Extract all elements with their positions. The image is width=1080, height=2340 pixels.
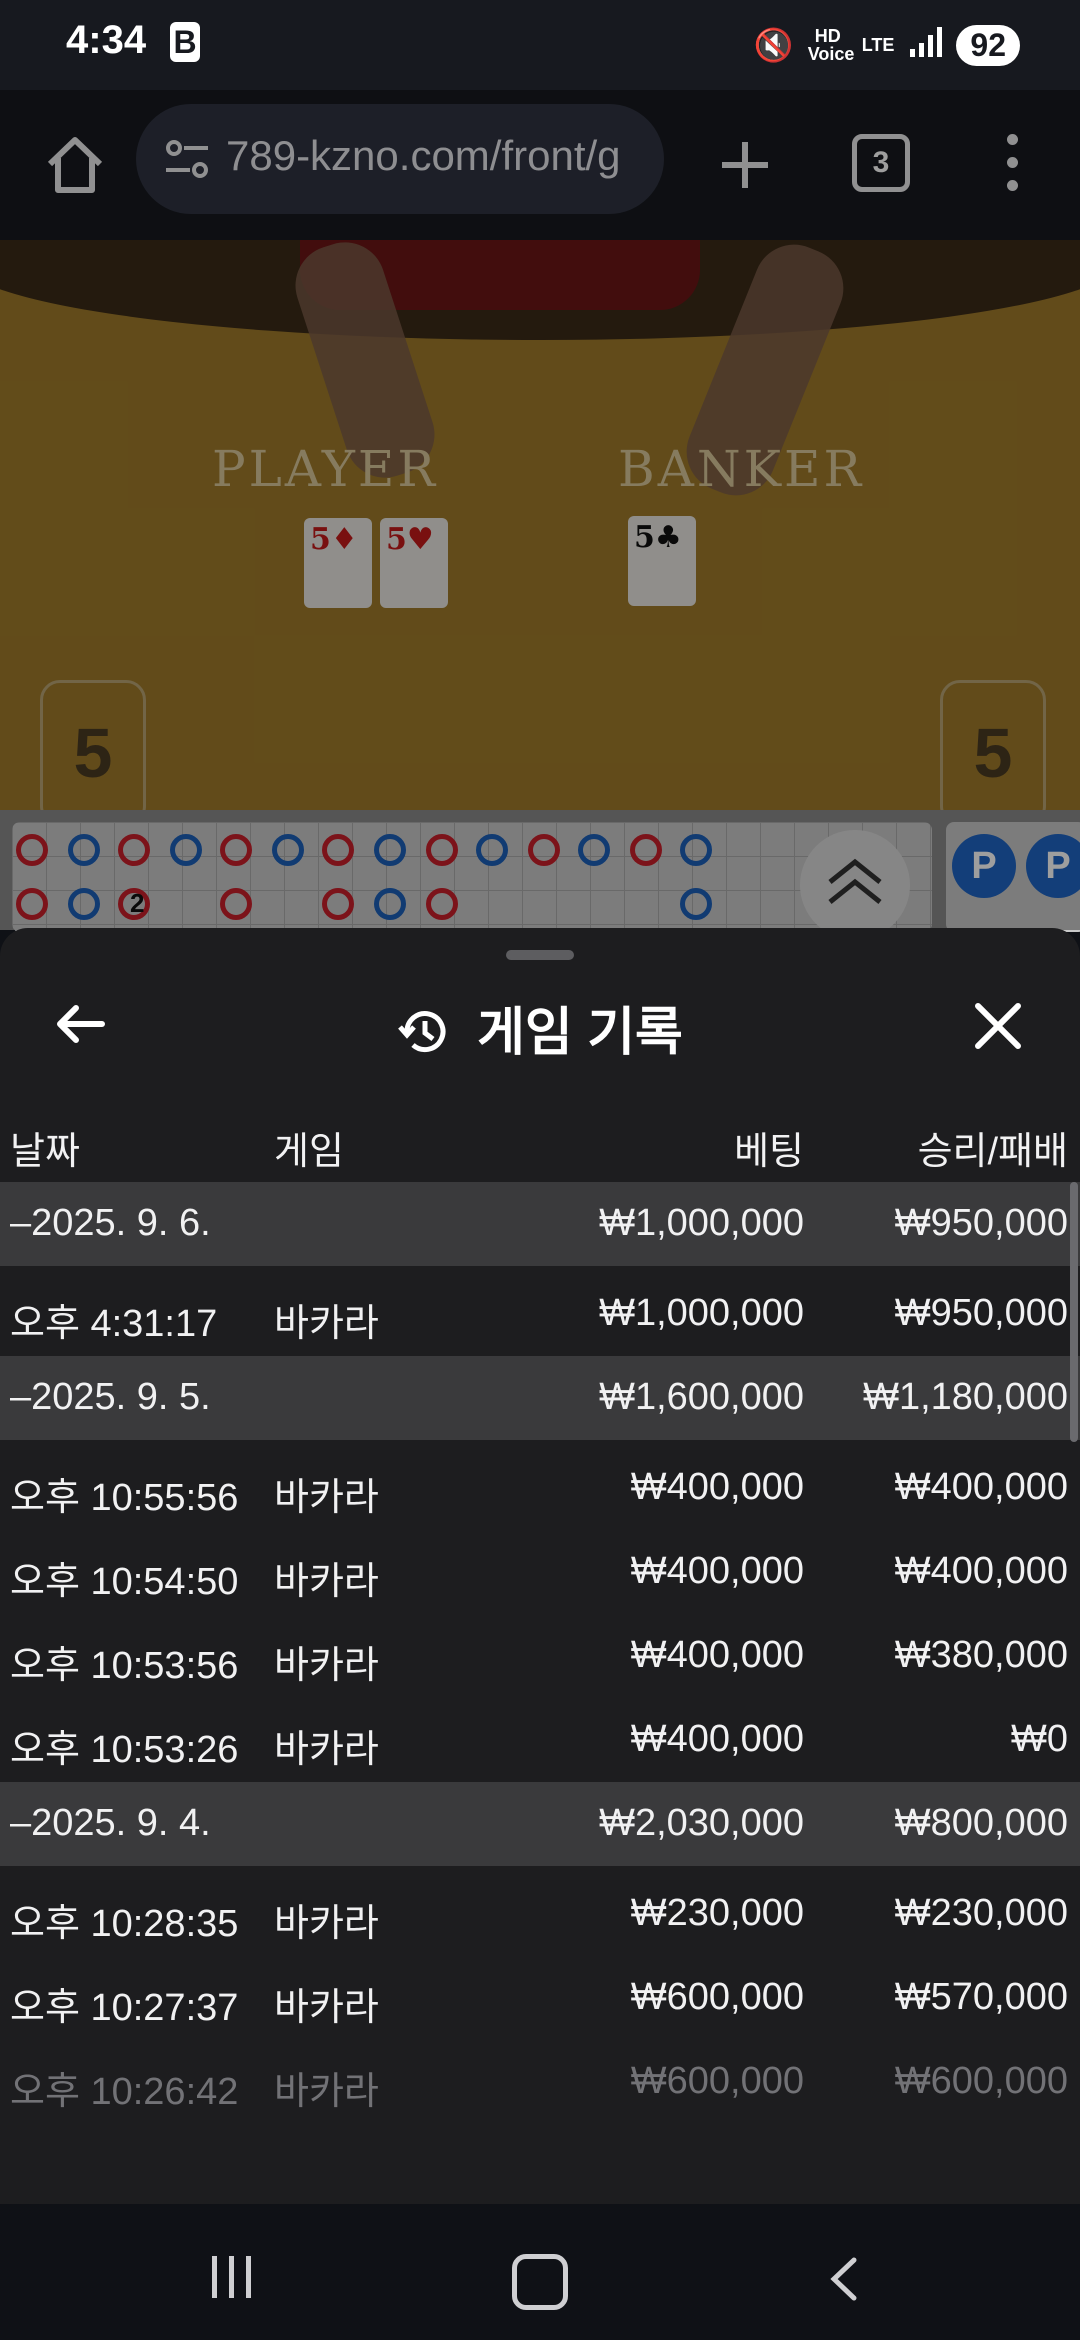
cell-bet: ₩2,030,000 bbox=[599, 1802, 804, 1844]
cell-result: ₩800,000 bbox=[894, 1802, 1068, 1844]
status-time: 4:34 bbox=[66, 18, 147, 62]
history-row: 오후 10:27:37 바카라 ₩600,000 ₩570,000 bbox=[0, 1956, 1080, 2040]
cell-bet: ₩400,000 bbox=[630, 1466, 804, 1508]
header-date: 날짜 bbox=[10, 1131, 80, 1173]
cell-result: ₩380,000 bbox=[894, 1634, 1068, 1676]
cell-result: ₩230,000 bbox=[894, 1892, 1068, 1934]
history-row: 오후 10:28:35 바카라 ₩230,000 ₩230,000 bbox=[0, 1872, 1080, 1956]
history-row: 오후 10:54:50 바카라 ₩400,000 ₩400,000 bbox=[0, 1530, 1080, 1614]
cell-bet: ₩400,000 bbox=[630, 1550, 804, 1592]
date-group-row[interactable]: –2025. 9. 4. ₩2,030,000 ₩800,000 bbox=[0, 1782, 1080, 1866]
cell-result: ₩1,180,000 bbox=[863, 1376, 1068, 1418]
close-icon[interactable] bbox=[970, 998, 1026, 1054]
history-row: 오후 4:31:17 바카라 ₩1,000,000 ₩950,000 bbox=[0, 1272, 1080, 1356]
cell-bet: ₩600,000 bbox=[630, 2060, 804, 2102]
header-result: 승리/패배 bbox=[917, 1131, 1068, 1173]
cell-game: 바카라 bbox=[274, 2071, 379, 2113]
cell-game: 바카라 bbox=[274, 1729, 379, 1771]
battery-indicator: 92 bbox=[956, 24, 1020, 66]
cell-date: 오후 10:27:37 bbox=[10, 1987, 239, 2029]
history-icon bbox=[397, 1005, 451, 1059]
nav-back-icon[interactable] bbox=[820, 2254, 870, 2304]
drag-handle[interactable] bbox=[506, 950, 574, 960]
recent-apps-icon[interactable] bbox=[212, 2256, 263, 2303]
date-group-row[interactable]: –2025. 9. 5. ₩1,600,000 ₩1,180,000 bbox=[0, 1356, 1080, 1440]
cell-game: 바카라 bbox=[274, 1477, 379, 1519]
cell-date: –2025. 9. 6. bbox=[10, 1202, 211, 1244]
cell-date: –2025. 9. 5. bbox=[10, 1376, 211, 1418]
lte-icon: LTE bbox=[861, 35, 895, 55]
cell-bet: ₩1,000,000 bbox=[599, 1202, 804, 1244]
b-app-icon: B bbox=[170, 22, 200, 62]
cell-result: ₩400,000 bbox=[894, 1550, 1068, 1592]
cell-game: 바카라 bbox=[274, 1561, 379, 1603]
history-row: 오후 10:53:56 바카라 ₩400,000 ₩380,000 bbox=[0, 1614, 1080, 1698]
cell-game: 바카라 bbox=[274, 1645, 379, 1687]
mute-icon: 🔇 bbox=[753, 27, 794, 63]
history-row: 오후 10:55:56 바카라 ₩400,000 ₩400,000 bbox=[0, 1446, 1080, 1530]
header-game: 게임 bbox=[274, 1131, 344, 1173]
cell-date: 오후 4:31:17 bbox=[10, 1303, 218, 1345]
header-bet: 베팅 bbox=[734, 1131, 804, 1173]
cell-result: ₩400,000 bbox=[894, 1466, 1068, 1508]
signal-icon bbox=[908, 25, 943, 65]
date-group-row[interactable]: –2025. 9. 6. ₩1,000,000 ₩950,000 bbox=[0, 1182, 1080, 1266]
history-list: –2025. 9. 6. ₩1,000,000 ₩950,000 오후 4:31:17… bbox=[0, 1182, 1080, 2124]
hd-voice-icon: HD Voice bbox=[807, 26, 855, 64]
cell-date: 오후 10:28:35 bbox=[10, 1903, 239, 1945]
cell-bet: ₩230,000 bbox=[630, 1892, 804, 1934]
cell-date: 오후 10:55:56 bbox=[10, 1477, 239, 1519]
cell-result: ₩950,000 bbox=[894, 1202, 1068, 1244]
cell-bet: ₩400,000 bbox=[630, 1634, 804, 1676]
table-header: 날짜 게임 베팅 승리/패배 bbox=[0, 1110, 1080, 1180]
cell-result: ₩570,000 bbox=[894, 1976, 1068, 2018]
cell-result: ₩600,000 bbox=[894, 2060, 1068, 2102]
cell-date: 오후 10:26:42 bbox=[10, 2071, 239, 2113]
cell-date: 오후 10:53:26 bbox=[10, 1729, 239, 1771]
system-nav-bar bbox=[0, 2204, 1080, 2340]
status-bar: 4:34 B 🔇 HD Voice LTE 92 bbox=[0, 0, 1080, 90]
cell-date: –2025. 9. 4. bbox=[10, 1802, 211, 1844]
cell-date: 오후 10:54:50 bbox=[10, 1561, 239, 1603]
home-button[interactable] bbox=[512, 2254, 568, 2310]
game-history-sheet: 게임 기록 날짜 게임 베팅 승리/패배 –2025. 9. 6. ₩1,000,… bbox=[0, 928, 1080, 2204]
cell-game: 바카라 bbox=[274, 1987, 379, 2029]
cell-game: 바카라 bbox=[274, 1903, 379, 1945]
cell-bet: ₩400,000 bbox=[630, 1718, 804, 1760]
cell-bet: ₩1,600,000 bbox=[599, 1376, 804, 1418]
cell-bet: ₩1,000,000 bbox=[599, 1292, 804, 1334]
cell-date: 오후 10:53:56 bbox=[10, 1645, 239, 1687]
sheet-title: 게임 기록 bbox=[0, 990, 1080, 1065]
history-row: 오후 10:53:26 바카라 ₩400,000 ₩0 bbox=[0, 1698, 1080, 1782]
cell-game: 바카라 bbox=[274, 1303, 379, 1345]
history-row: 오후 10:26:42 바카라 ₩600,000 ₩600,000 bbox=[0, 2040, 1080, 2124]
cell-bet: ₩600,000 bbox=[630, 1976, 804, 2018]
sheet-title-text: 게임 기록 bbox=[477, 1004, 683, 1062]
scrollbar[interactable] bbox=[1070, 1182, 1078, 1442]
cell-result: ₩0 bbox=[1011, 1718, 1068, 1760]
cell-result: ₩950,000 bbox=[894, 1292, 1068, 1334]
